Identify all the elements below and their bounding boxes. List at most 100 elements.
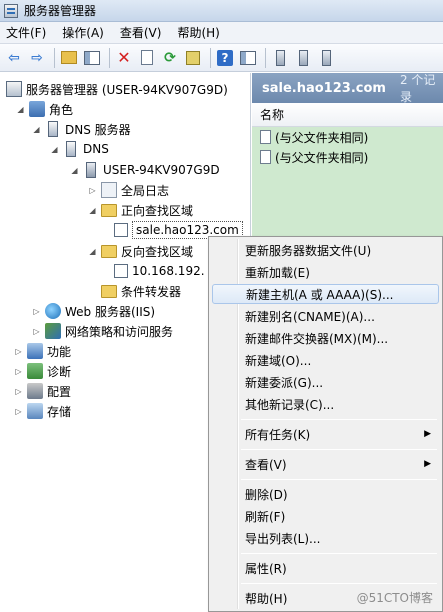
menu-file[interactable]: 文件(F) <box>6 24 46 41</box>
menu-item-new-domain[interactable]: 新建域(O)... <box>212 350 439 370</box>
tree-dns-server-label: DNS 服务器 <box>65 122 131 137</box>
forward-arrow-icon[interactable]: ⇨ <box>27 48 47 68</box>
tree-network-policy[interactable]: ▷ 网络策略和访问服务 <box>32 321 173 341</box>
tree-storage[interactable]: ▷ 存储 <box>14 401 71 421</box>
tree-forward-zone-label: 正向查找区域 <box>121 203 194 218</box>
server-icon[interactable] <box>270 48 290 68</box>
column-header-name[interactable]: 名称 <box>252 103 443 127</box>
expand-arrow-icon[interactable]: ▷ <box>32 307 41 316</box>
server-manager-icon <box>4 3 18 18</box>
watermark: @51CTO博客 <box>356 591 433 605</box>
tree-host-label: USER-94KV907G9D <box>103 163 220 177</box>
menu-item-new-mail-exchanger[interactable]: 新建邮件交换器(MX)(M)... <box>212 328 439 348</box>
menu-item-delete[interactable]: 删除(D) <box>212 484 439 504</box>
server-icon[interactable] <box>316 48 336 68</box>
tree-diagnostics[interactable]: ▷ 诊断 <box>14 361 71 381</box>
back-arrow-icon[interactable]: ⇦ <box>4 48 24 68</box>
action-pane-icon[interactable] <box>238 48 258 68</box>
menu-view[interactable]: 查看(V) <box>120 24 162 41</box>
collapse-arrow-icon[interactable]: ◢ <box>88 247 97 256</box>
server-icon[interactable] <box>293 48 313 68</box>
menu-item-new-delegation[interactable]: 新建委派(G)... <box>212 372 439 392</box>
tree-web-server[interactable]: ▷ Web 服务器(IIS) <box>32 301 155 321</box>
folder-icon <box>101 203 117 217</box>
tree-forward-zone[interactable]: ◢ 正向查找区域 <box>88 200 193 220</box>
up-folder-icon[interactable] <box>59 48 79 68</box>
list-item[interactable]: (与父文件夹相同) <box>252 147 443 167</box>
storage-icon <box>27 403 43 419</box>
properties-icon[interactable] <box>137 48 157 68</box>
menu-item-export-list[interactable]: 导出列表(L)... <box>212 528 439 548</box>
menu-separator <box>241 449 437 450</box>
features-icon <box>27 343 43 359</box>
collapse-arrow-icon[interactable]: ◢ <box>32 125 41 134</box>
menu-item-properties[interactable]: 属性(R) <box>212 558 439 578</box>
menu-item-new-alias[interactable]: 新建别名(CNAME)(A)... <box>212 306 439 326</box>
server-icon <box>86 162 96 178</box>
expand-arrow-icon[interactable]: ▷ <box>14 387 23 396</box>
tree-roles-label: 角色 <box>49 102 74 117</box>
menu-help[interactable]: 帮助(H) <box>177 24 219 41</box>
tree-host[interactable]: ◢ USER-94KV907G9D <box>70 160 220 180</box>
menu-item-new-host[interactable]: 新建主机(A 或 AAAA)(S)... <box>212 284 439 304</box>
toolbar-separator <box>54 47 55 68</box>
show-hide-tree-icon[interactable] <box>82 48 102 68</box>
collapse-arrow-icon[interactable]: ◢ <box>50 145 59 154</box>
tree-conditional-forwarders[interactable]: 条件转发器 <box>88 281 181 301</box>
tree-reverse-item[interactable]: 10.168.192. <box>114 261 205 281</box>
expand-arrow-icon[interactable]: ▷ <box>88 186 97 195</box>
menu-bar: 文件(F) 操作(A) 查看(V) 帮助(H) <box>0 22 443 44</box>
menu-separator <box>241 553 437 554</box>
record-name: (与父文件夹相同) <box>275 130 369 145</box>
menu-item-all-tasks[interactable]: 所有任务(K) ▶ <box>212 424 439 444</box>
export-list-icon[interactable] <box>183 48 203 68</box>
tree-reverse-zone[interactable]: ◢ 反向查找区域 <box>88 241 193 261</box>
tree-dns[interactable]: ◢ DNS <box>50 139 109 159</box>
refresh-icon[interactable]: ⟳ <box>160 48 180 68</box>
menu-separator <box>241 583 437 584</box>
expand-arrow-icon[interactable]: ▷ <box>32 327 41 336</box>
zone-icon <box>114 223 128 237</box>
folder-icon <box>101 244 117 258</box>
menu-item-view[interactable]: 查看(V) ▶ <box>212 454 439 474</box>
toolbar-separator <box>109 47 110 68</box>
collapse-arrow-icon[interactable]: ◢ <box>16 105 25 114</box>
title-bar: 服务器管理器 <box>0 0 443 22</box>
menu-item-view-label: 查看(V) <box>245 457 287 472</box>
tree-conditional-forwarders-label: 条件转发器 <box>121 284 182 299</box>
toolbar-separator <box>265 47 266 68</box>
tree-storage-label: 存储 <box>47 404 72 419</box>
collapse-arrow-icon[interactable]: ◢ <box>88 206 97 215</box>
toolbar: ⇦ ⇨ ✕ ⟳ ? <box>0 44 443 72</box>
expand-arrow-icon[interactable]: ▷ <box>14 347 23 356</box>
toolbar-separator <box>210 47 211 68</box>
menu-separator <box>241 479 437 480</box>
record-icon <box>260 130 271 144</box>
menu-action[interactable]: 操作(A) <box>62 24 104 41</box>
delete-icon[interactable]: ✕ <box>114 48 134 68</box>
list-item[interactable]: (与父文件夹相同) <box>252 127 443 147</box>
tree-dns-server[interactable]: ◢ DNS 服务器 <box>32 119 131 139</box>
menu-item-other-new-records[interactable]: 其他新记录(C)... <box>212 394 439 414</box>
tree-configuration[interactable]: ▷ 配置 <box>14 381 71 401</box>
menu-item-update-server-data[interactable]: 更新服务器数据文件(U) <box>212 240 439 260</box>
submenu-arrow-icon: ▶ <box>424 459 431 469</box>
tree-roles[interactable]: ◢ 角色 <box>16 99 73 119</box>
record-icon <box>260 150 271 164</box>
tree-root-label: 服务器管理器 (USER-94KV907G9D) <box>26 82 228 97</box>
tree-features[interactable]: ▷ 功能 <box>14 341 71 361</box>
server-manager-icon <box>6 81 22 97</box>
tree-configuration-label: 配置 <box>47 384 72 399</box>
collapse-arrow-icon[interactable]: ◢ <box>70 166 79 175</box>
submenu-arrow-icon: ▶ <box>424 429 431 439</box>
expand-arrow-icon[interactable]: ▷ <box>14 407 23 416</box>
configuration-icon <box>27 383 43 399</box>
web-server-icon <box>45 303 61 319</box>
tree-root[interactable]: 服务器管理器 (USER-94KV907G9D) <box>6 79 228 99</box>
tree-global-log[interactable]: ▷ 全局日志 <box>88 180 169 200</box>
menu-item-reload[interactable]: 重新加载(E) <box>212 262 439 282</box>
expand-arrow-icon[interactable]: ▷ <box>14 367 23 376</box>
menu-item-refresh[interactable]: 刷新(F) <box>212 506 439 526</box>
network-policy-icon <box>45 323 61 339</box>
help-icon[interactable]: ? <box>215 48 235 68</box>
